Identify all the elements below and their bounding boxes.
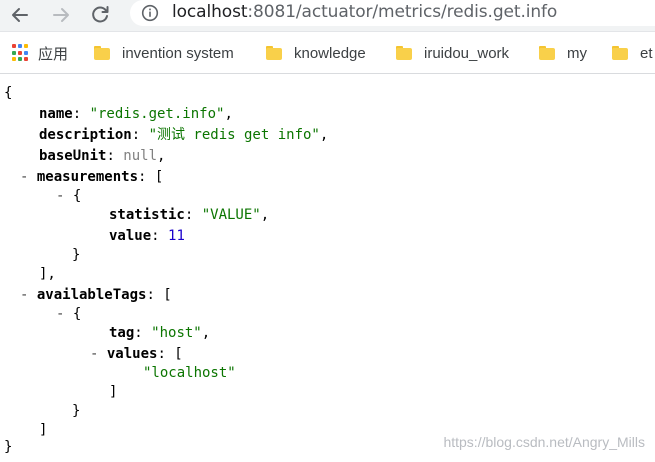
json-key: name — [39, 106, 73, 122]
json-array-close: ] — [109, 384, 118, 400]
json-key: description — [39, 127, 132, 143]
json-array-item-open: - { — [56, 306, 82, 322]
json-null-value: null — [123, 148, 158, 164]
url-text[interactable]: localhost:8081/actuator/metrics/redis.ge… — [172, 2, 557, 22]
json-field-value: value: 11 — [109, 228, 185, 244]
collapse-toggle[interactable]: - — [90, 346, 107, 362]
json-array-close: ], — [39, 266, 56, 282]
bookmark-knowledge[interactable]: knowledge — [266, 42, 366, 64]
json-string-value: "host" — [151, 325, 202, 341]
folder-icon — [539, 46, 555, 60]
folder-icon — [266, 46, 282, 60]
json-open-brace: { — [4, 85, 13, 101]
bookmark-label: invention system — [122, 44, 234, 62]
json-object-close: } — [72, 403, 81, 419]
json-key: tag — [109, 325, 135, 341]
json-string-value: "测试 redis get info" — [148, 127, 320, 143]
bookmark-label: knowledge — [294, 44, 366, 62]
json-number-value: 11 — [168, 228, 185, 244]
collapse-toggle[interactable]: - — [20, 169, 37, 185]
folder-icon — [612, 46, 628, 60]
bookmark-label: iruidou_work — [424, 44, 510, 62]
arrow-right-icon — [53, 8, 69, 22]
json-key: measurements — [36, 169, 139, 185]
json-string-value: "localhost" — [143, 365, 236, 381]
browser-toolbar: localhost:8081/actuator/metrics/redis.ge… — [0, 0, 655, 32]
json-key: value — [109, 228, 152, 244]
json-field-description: description: "测试 redis get info", — [39, 127, 329, 143]
info-icon[interactable] — [141, 4, 159, 22]
address-bar[interactable]: localhost:8081/actuator/metrics/redis.ge… — [130, 0, 655, 26]
bookmark-label: et — [640, 44, 653, 62]
bookmark-label: my — [567, 44, 587, 62]
json-field-values: - values: [ — [90, 346, 183, 362]
json-string-value: "redis.get.info" — [89, 106, 225, 122]
bookmark-label: 应用 — [38, 45, 69, 63]
json-string-value: "VALUE" — [201, 207, 261, 223]
json-key: baseUnit — [39, 148, 107, 164]
json-key: values — [106, 346, 158, 362]
bookmark-et[interactable]: et — [612, 42, 653, 64]
bookmark-my[interactable]: my — [539, 42, 587, 64]
json-field-name: name: "redis.get.info", — [39, 106, 233, 122]
collapse-toggle[interactable]: - — [56, 188, 73, 204]
reload-icon — [92, 6, 109, 23]
json-close-brace: } — [4, 439, 13, 455]
forward-button[interactable] — [48, 2, 74, 28]
arrow-left-icon — [12, 8, 28, 22]
folder-icon — [396, 46, 412, 60]
json-field-measurements: - measurements: [ — [20, 169, 164, 185]
json-key: statistic — [109, 207, 185, 223]
json-field-baseunit: baseUnit: null, — [39, 148, 166, 164]
json-key: availableTags — [36, 287, 147, 303]
json-object-close: } — [72, 247, 81, 263]
url-path: :8081/actuator/metrics/redis.get.info — [247, 2, 558, 22]
json-array-value: "localhost" — [143, 364, 236, 383]
url-host: localhost — [172, 2, 248, 22]
json-array-close: ] — [39, 422, 48, 438]
collapse-toggle[interactable]: - — [56, 306, 73, 322]
json-field-availabletags: - availableTags: [ — [20, 287, 172, 303]
folder-icon — [94, 46, 110, 60]
apps-grid-icon — [12, 44, 30, 62]
bookmarks-bar: 应用 invention system knowledge iruidou_wo… — [0, 32, 655, 74]
json-field-tag: tag: "host", — [109, 325, 211, 341]
collapse-toggle[interactable]: - — [20, 287, 37, 303]
watermark-text: https://blog.csdn.net/Angry_Mills — [443, 434, 645, 450]
bookmark-apps[interactable]: 应用 — [12, 42, 68, 64]
bookmark-invention-system[interactable]: invention system — [94, 42, 234, 64]
reload-button[interactable] — [87, 2, 113, 28]
json-field-statistic: statistic: "VALUE", — [109, 207, 270, 223]
bookmark-iruidou-work[interactable]: iruidou_work — [396, 42, 509, 64]
back-button[interactable] — [7, 2, 33, 28]
json-array-item-open: - { — [56, 188, 82, 204]
